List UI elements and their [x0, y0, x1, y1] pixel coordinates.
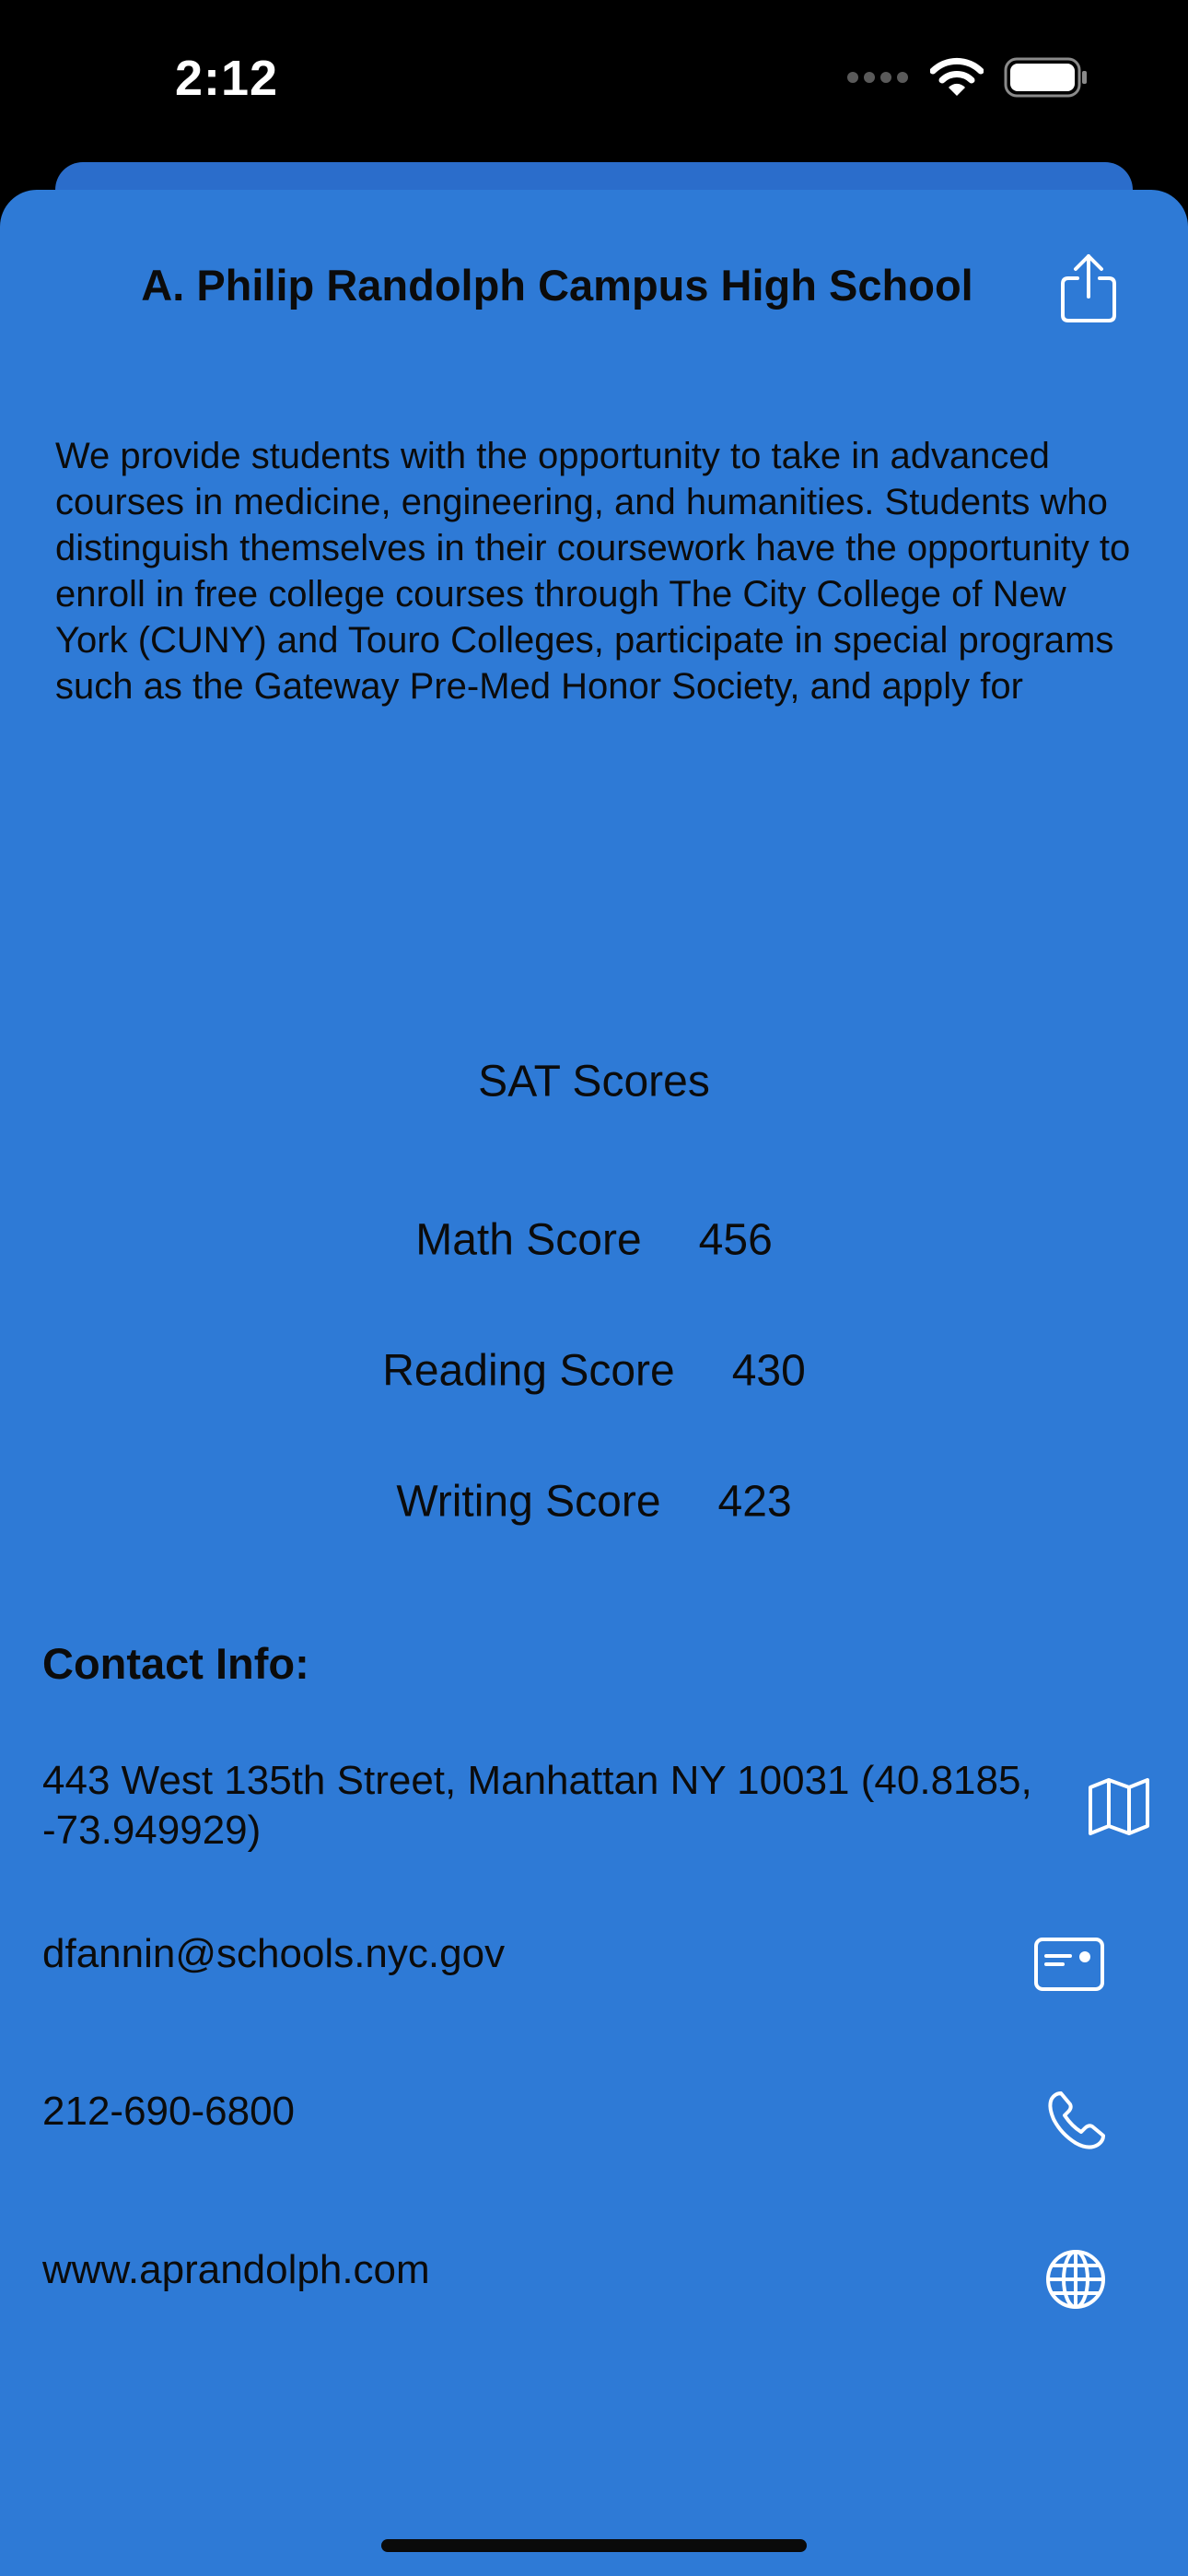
map-button[interactable]	[1087, 1776, 1151, 1842]
contact-phone[interactable]: 212-690-6800	[42, 2087, 295, 2137]
writing-score-row: Writing Score 423	[0, 1477, 1188, 1528]
share-icon	[1061, 254, 1116, 322]
status-time: 2:12	[175, 51, 279, 106]
math-score-row: Math Score 456	[0, 1215, 1188, 1266]
writing-score-label: Writing Score	[396, 1477, 661, 1527]
sat-scores-title: SAT Scores	[478, 1057, 710, 1107]
map-icon	[1089, 1778, 1149, 1835]
signal-dots-icon	[847, 71, 910, 88]
math-score-label: Math Score	[415, 1215, 642, 1265]
home-indicator[interactable]	[381, 2539, 807, 2552]
math-score-value: 456	[698, 1215, 773, 1265]
contact-info-heading: Contact Info:	[42, 1639, 309, 1688]
contact-address[interactable]: 443 West 135th Street, Manhattan NY 1003…	[42, 1756, 1101, 1856]
writing-score-value: 423	[717, 1477, 792, 1527]
reading-score-row: Reading Score 430	[0, 1346, 1188, 1397]
phone-icon	[1048, 2091, 1105, 2149]
reading-score-value: 430	[731, 1346, 806, 1396]
reading-score-label: Reading Score	[382, 1346, 675, 1396]
email-card-icon	[1034, 1938, 1104, 1991]
school-overview: We provide students with the opportunity…	[55, 436, 1131, 715]
globe-icon	[1046, 2250, 1105, 2309]
contact-email[interactable]: dfannin@schools.nyc.gov	[42, 1929, 505, 1979]
school-detail-sheet: A. Philip Randolph Campus High School We…	[0, 190, 1188, 2576]
status-bar: 2:12	[0, 0, 1188, 166]
phone-button[interactable]	[1046, 2090, 1107, 2155]
school-name: A. Philip Randolph Campus High School	[141, 261, 973, 310]
battery-icon	[1004, 57, 1089, 102]
contact-website[interactable]: www.aprandolph.com	[42, 2245, 430, 2295]
status-icons	[847, 53, 1089, 105]
email-button[interactable]	[1033, 1937, 1105, 1996]
share-button[interactable]	[1055, 251, 1122, 324]
wifi-icon	[929, 57, 984, 102]
website-button[interactable]	[1044, 2248, 1107, 2315]
